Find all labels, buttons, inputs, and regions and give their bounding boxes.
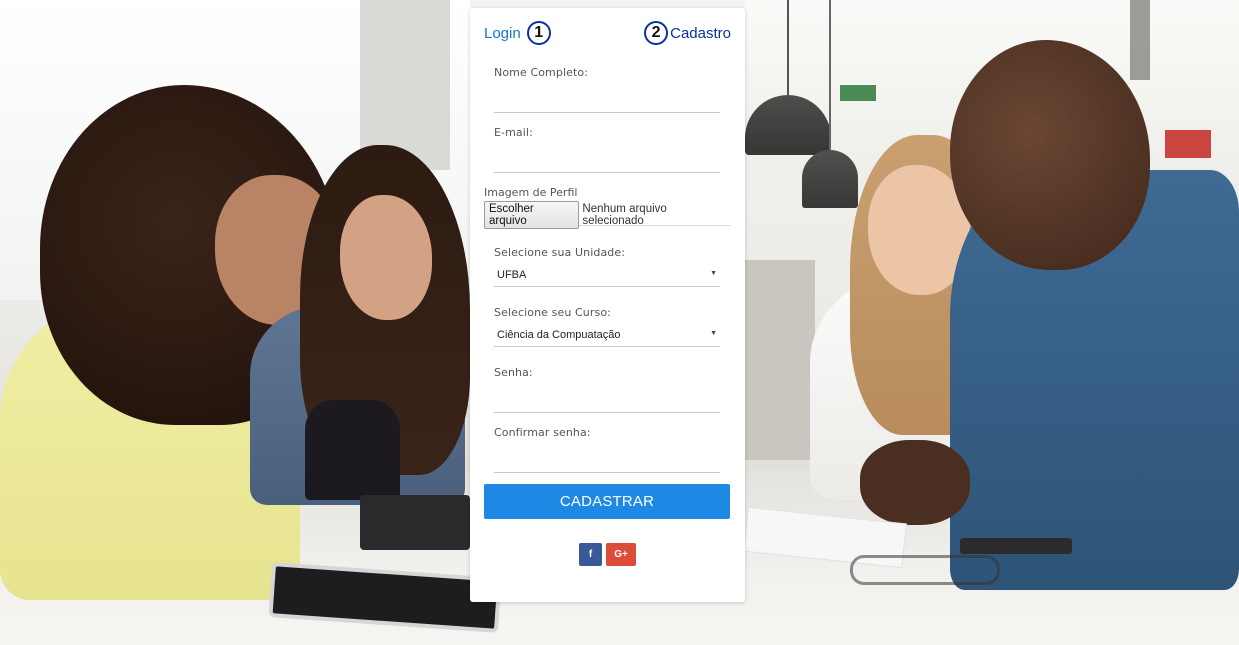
unidade-select[interactable]: UFBA ▼ — [494, 263, 720, 287]
nome-label: Nome Completo: — [494, 66, 589, 79]
person-top — [305, 400, 400, 500]
glasses — [850, 555, 1000, 585]
step-one-icon: 1 — [526, 21, 551, 45]
tab-login[interactable]: Login 1 — [484, 21, 551, 45]
step-two-icon: 2 — [644, 21, 669, 45]
email-label: E-mail: — [494, 126, 533, 139]
tab-login-label: Login — [484, 24, 521, 42]
email-field-group: E-mail: — [494, 126, 720, 173]
unidade-selected-value: UFBA — [497, 268, 527, 281]
nome-field-group: Nome Completo: — [494, 66, 720, 113]
curso-field-group: Selecione seu Curso: Ciência da Compuata… — [494, 306, 720, 347]
tab-cadastro[interactable]: 2 Cadastro — [644, 21, 731, 45]
email-input[interactable] — [494, 147, 720, 173]
background-shelf — [745, 260, 815, 460]
senha-label: Senha: — [494, 366, 533, 379]
laptop — [360, 495, 470, 550]
background-beam — [1130, 0, 1150, 80]
confirmar-senha-field-group: Confirmar senha: — [494, 426, 720, 473]
registration-card: Login 1 2 Cadastro Nome Completo: E-mail… — [470, 8, 745, 602]
profile-image-label: Imagem de Perfil — [484, 186, 578, 199]
curso-select[interactable]: Ciência da Compuatação ▼ — [494, 323, 720, 347]
dropdown-arrow-icon: ▼ — [710, 330, 717, 337]
profile-image-group: Imagem de Perfil Escolher arquivo Nenhum… — [484, 186, 731, 229]
file-picker: Escolher arquivo Nenhum arquivo selecion… — [484, 201, 731, 229]
nome-input[interactable] — [494, 87, 720, 113]
pendant-lamp — [802, 150, 858, 208]
facebook-icon[interactable]: f — [579, 543, 602, 566]
confirmar-senha-input[interactable] — [494, 447, 720, 473]
unidade-field-group: Selecione sua Unidade: UFBA ▼ — [494, 246, 720, 287]
choose-file-button[interactable]: Escolher arquivo — [484, 201, 580, 229]
auth-tabs: Login 1 2 Cadastro — [470, 8, 745, 54]
lamp-cord — [787, 0, 789, 95]
tab-cadastro-label: Cadastro — [670, 24, 731, 42]
phone — [960, 538, 1072, 554]
unidade-label: Selecione sua Unidade: — [494, 246, 626, 259]
exit-sign — [840, 85, 876, 101]
dropdown-arrow-icon: ▼ — [710, 270, 717, 277]
senha-field-group: Senha: — [494, 366, 720, 413]
confirmar-senha-label: Confirmar senha: — [494, 426, 591, 439]
wall-sign — [1165, 130, 1211, 158]
person-hand — [860, 440, 970, 525]
cadastrar-button[interactable]: CADASTRAR — [484, 484, 730, 519]
file-status: Nenhum arquivo selecionado — [582, 203, 667, 227]
senha-input[interactable] — [494, 387, 720, 413]
curso-label: Selecione seu Curso: — [494, 306, 611, 319]
social-login: f G+ — [579, 543, 636, 566]
person-face — [340, 195, 432, 320]
lamp-cord — [829, 0, 831, 150]
google-plus-icon[interactable]: G+ — [606, 543, 636, 566]
curso-selected-value: Ciência da Compuatação — [497, 328, 621, 341]
